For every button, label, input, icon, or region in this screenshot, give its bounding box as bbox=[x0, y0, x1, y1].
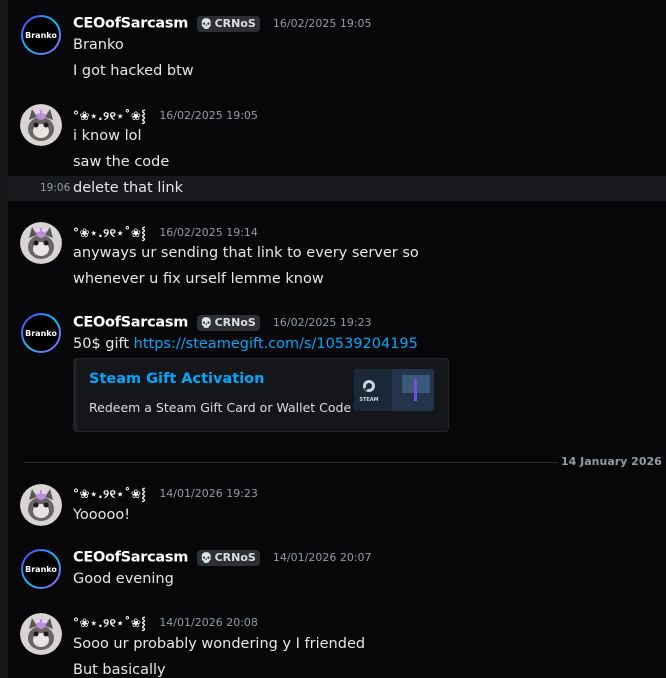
server-tag[interactable]: 💀 CRNoS bbox=[197, 314, 260, 331]
avatar-cat[interactable] bbox=[20, 222, 62, 264]
avatar-text: Branko bbox=[25, 329, 57, 338]
timestamp: 14/01/2026 20:08 bbox=[159, 616, 258, 629]
skull-icon: 💀 bbox=[200, 18, 213, 30]
embed-description: Redeem a Steam Gift Card or Wallet Code bbox=[89, 400, 352, 415]
username[interactable]: °❀⋆.୨୧⋆˚❀⸾ bbox=[73, 487, 146, 501]
message-header: CEOofSarcasm 💀 CRNoS 16/02/2025 19:05 bbox=[73, 13, 372, 35]
server-tag[interactable]: 💀 CRNoS bbox=[197, 15, 260, 32]
link-embed: Steam Gift Activation Redeem a Steam Gif… bbox=[73, 358, 449, 432]
avatar-ceo[interactable]: Branko bbox=[20, 14, 62, 56]
message-header: °❀⋆.୨୧⋆˚❀⸾ 14/01/2026 19:23 bbox=[73, 483, 258, 505]
date-divider-label: 14 January 2026 bbox=[561, 455, 662, 468]
skull-icon: 💀 bbox=[200, 317, 213, 329]
server-tag-label: CRNoS bbox=[214, 550, 256, 564]
message-header: °❀⋆.୨୧⋆˚❀⸾ 16/02/2025 19:14 bbox=[73, 222, 258, 244]
message-text: I got hacked btw bbox=[73, 63, 194, 79]
server-tag-label: CRNoS bbox=[214, 315, 256, 329]
timestamp: 14/01/2026 19:23 bbox=[159, 487, 258, 500]
date-divider-line bbox=[24, 462, 558, 463]
message-text: Yooooo! bbox=[73, 507, 131, 523]
timestamp: 16/02/2025 19:14 bbox=[159, 226, 258, 239]
message-header: CEOofSarcasm 💀 CRNoS 16/02/2025 19:23 bbox=[73, 312, 372, 334]
message-header: °❀⋆.୨୧⋆˚❀⸾ 16/02/2025 19:05 bbox=[73, 105, 258, 127]
timestamp: 16/02/2025 19:23 bbox=[272, 316, 372, 329]
message-text: anyways ur sending that link to every se… bbox=[73, 245, 419, 261]
avatar-text: Branko bbox=[25, 31, 57, 40]
scrollbar-track[interactable] bbox=[0, 0, 8, 678]
message-header: °❀⋆.୨୧⋆˚❀⸾ 14/01/2026 20:08 bbox=[73, 612, 258, 634]
username[interactable]: °❀⋆.୨୧⋆˚❀⸾ bbox=[73, 226, 146, 240]
gift-link[interactable]: https://steamegift.com/s/10539204195 bbox=[134, 336, 418, 352]
thumb-label: STEAM bbox=[359, 397, 378, 403]
timestamp: 14/01/2026 20:07 bbox=[272, 551, 372, 564]
embed-title[interactable]: Steam Gift Activation bbox=[89, 371, 264, 387]
avatar-ceo[interactable]: Branko bbox=[20, 548, 62, 590]
timestamp: 16/02/2025 19:05 bbox=[159, 109, 258, 122]
server-tag-label: CRNoS bbox=[214, 16, 256, 30]
message-text: delete that link bbox=[73, 180, 183, 196]
message-text: whenever u fix urself lemme know bbox=[73, 271, 324, 287]
message-text: Sooo ur probably wondering y I friended bbox=[73, 636, 366, 652]
timestamp: 16/02/2025 19:05 bbox=[272, 17, 372, 30]
message-text: i know lol bbox=[73, 128, 142, 144]
hover-timestamp: 19:06 bbox=[40, 182, 71, 194]
embed-thumbnail[interactable]: STEAM bbox=[354, 369, 434, 411]
username[interactable]: CEOofSarcasm bbox=[73, 550, 188, 566]
message-text: 50$ gift https://steamegift.com/s/105392… bbox=[73, 335, 418, 353]
steam-logo-icon bbox=[363, 380, 375, 392]
message-text: saw the code bbox=[73, 154, 170, 170]
username[interactable]: CEOofSarcasm bbox=[73, 16, 188, 32]
avatar-ceo[interactable]: Branko bbox=[20, 312, 62, 354]
avatar-cat[interactable] bbox=[20, 484, 62, 526]
message-text: Good evening bbox=[73, 571, 174, 587]
message-text-prefix: 50$ gift bbox=[73, 336, 134, 352]
message-text: But basically bbox=[73, 662, 166, 678]
server-tag[interactable]: 💀 CRNoS bbox=[197, 549, 260, 566]
skull-icon: 💀 bbox=[200, 552, 213, 564]
message-text: Branko bbox=[73, 37, 124, 53]
avatar-text: Branko bbox=[25, 565, 57, 574]
username[interactable]: CEOofSarcasm bbox=[73, 315, 188, 331]
message-header: CEOofSarcasm 💀 CRNoS 14/01/2026 20:07 bbox=[73, 547, 372, 569]
chat-log: Branko CEOofSarcasm 💀 CRNoS 16/02/2025 19… bbox=[0, 0, 666, 678]
avatar-cat[interactable] bbox=[20, 613, 62, 655]
username[interactable]: °❀⋆.୨୧⋆˚❀⸾ bbox=[73, 109, 146, 123]
avatar-cat[interactable] bbox=[20, 104, 62, 146]
username[interactable]: °❀⋆.୨୧⋆˚❀⸾ bbox=[73, 616, 146, 630]
